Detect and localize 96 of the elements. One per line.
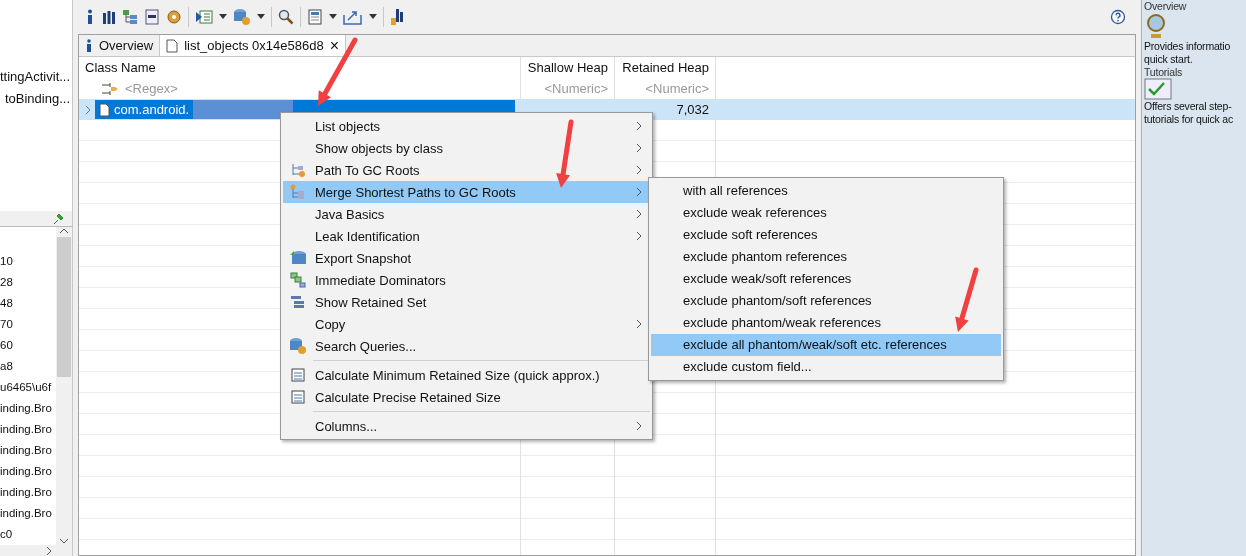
menu-item[interactable]: Columns... — [283, 415, 650, 437]
list-item-text[interactable]: inding.Bro — [0, 419, 52, 441]
menu-item[interactable]: exclude phantom/weak references — [651, 312, 1001, 334]
column-header[interactable]: Shallow Heap — [520, 57, 614, 79]
list-item-text[interactable]: 28 — [0, 272, 13, 294]
list-icon — [290, 295, 306, 309]
menu-item[interactable]: Search Queries... — [283, 335, 650, 357]
caret-icon[interactable] — [257, 14, 265, 20]
caret-icon[interactable] — [329, 14, 337, 20]
menu-item[interactable]: with all references — [651, 180, 1001, 202]
tree-path-icon — [290, 184, 306, 200]
menu-item[interactable]: Export Snapshot — [283, 247, 650, 269]
menu-item[interactable]: Merge Shortest Paths to GC Roots — [283, 181, 650, 203]
column-header[interactable]: Class Name — [79, 57, 520, 79]
chevron-up-icon[interactable] — [59, 227, 69, 236]
database-gear-icon[interactable] — [233, 8, 251, 26]
menu-item[interactable]: exclude phantom/soft references — [651, 290, 1001, 312]
menu-item[interactable]: Leak Identification — [283, 225, 650, 247]
chevron-right-icon — [636, 421, 642, 431]
list-item-text[interactable]: u6465\u6f — [0, 377, 52, 399]
chevron-right-icon — [636, 209, 642, 219]
list-item-text[interactable]: 60 — [0, 335, 13, 357]
list-item-text[interactable]: a8 — [0, 356, 13, 378]
globe-icon[interactable] — [1144, 12, 1168, 40]
chevron-down-icon[interactable] — [59, 537, 69, 546]
table-cell-text: 7,032 — [675, 101, 710, 119]
annotation-arrow — [955, 267, 979, 332]
document-icon — [166, 38, 179, 53]
gear-icon[interactable] — [166, 9, 182, 25]
pin-chart-icon[interactable] — [390, 8, 404, 26]
report-icon[interactable] — [195, 9, 213, 25]
editor-tab[interactable]: list_objects 0x14e586d8 × — [160, 35, 347, 56]
caret-icon[interactable] — [369, 14, 377, 20]
export-icon[interactable] — [343, 9, 363, 25]
menu-item[interactable]: Immediate Dominators — [283, 269, 650, 291]
menu-item[interactable]: exclude all phantom/weak/soft etc. references — [651, 334, 1001, 356]
query-icon[interactable] — [144, 9, 160, 25]
menu-item[interactable]: Show objects by class — [283, 137, 650, 159]
list-item-text[interactable]: inding.Bro — [0, 461, 52, 483]
list-item-text[interactable]: toBinding... — [0, 89, 72, 109]
menu-item[interactable]: Java Basics — [283, 203, 650, 225]
section-title[interactable]: Overview — [1144, 0, 1246, 12]
chevron-right-icon — [636, 231, 642, 241]
chevron-right-icon[interactable] — [46, 545, 52, 556]
caret-icon[interactable] — [219, 14, 227, 20]
list-item-text[interactable]: ttingActivit... — [0, 67, 72, 87]
section-title[interactable]: Tutorials — [1144, 66, 1246, 78]
chevron-right-icon — [636, 121, 642, 131]
chevron-right-icon — [636, 187, 642, 197]
calculator-icon — [291, 390, 305, 404]
menu-item[interactable]: exclude custom field... — [651, 356, 1001, 378]
list-item-text[interactable]: 48 — [0, 293, 13, 315]
document-icon — [99, 102, 110, 117]
menu-item[interactable]: exclude phantom references — [651, 246, 1001, 268]
menu-item[interactable]: exclude soft references — [651, 224, 1001, 246]
close-button[interactable]: × — [329, 37, 340, 54]
database-gear-icon — [289, 337, 307, 355]
list-item-text[interactable]: inding.Bro — [0, 398, 52, 420]
tree-path-icon — [290, 162, 306, 178]
pin-icon[interactable] — [52, 212, 64, 225]
chevron-right-icon — [636, 165, 642, 175]
help-icon[interactable] — [1110, 9, 1126, 25]
menu-item[interactable]: Calculate Precise Retained Size — [283, 386, 650, 408]
dominator-tree-icon — [290, 272, 306, 288]
info-icon — [85, 38, 93, 53]
annotation-arrow — [556, 119, 574, 188]
menu-item[interactable]: Calculate Minimum Retained Size (quick approx.) — [283, 364, 650, 386]
list-item-text[interactable]: c0 — [0, 524, 13, 546]
description-text: tutorials for quick ac — [1144, 113, 1234, 126]
bar-chart-icon[interactable] — [102, 9, 116, 25]
vertical-scrollbar[interactable] — [56, 227, 72, 546]
menu-item[interactable]: Copy — [283, 313, 650, 335]
calculator-icon — [291, 368, 305, 382]
list-item-text[interactable]: inding.Bro — [0, 440, 52, 462]
search-icon[interactable] — [278, 9, 294, 25]
description-text: Offers several step- — [1144, 100, 1233, 113]
tree-icon[interactable] — [122, 9, 138, 25]
menu-item[interactable]: Show Retained Set — [283, 291, 650, 313]
menu-item[interactable]: exclude weak/soft references — [651, 268, 1001, 290]
column-header[interactable]: Retained Heap — [614, 57, 715, 79]
list-item-text[interactable]: 10 — [0, 251, 13, 273]
description-text: quick start. — [1144, 53, 1194, 66]
list-item-text[interactable]: inding.Bro — [0, 482, 52, 504]
chevron-right-icon[interactable] — [85, 104, 91, 115]
list-item-text[interactable]: inding.Bro — [0, 503, 52, 525]
filter-icon — [101, 82, 119, 96]
chevron-right-icon — [636, 143, 642, 153]
list-item-text[interactable]: 70 — [0, 314, 13, 336]
calculator-icon[interactable] — [307, 9, 323, 25]
description-text: Provides informatio — [1144, 40, 1232, 53]
menu-item[interactable]: Path To GC Roots — [283, 159, 650, 181]
database-export-icon — [289, 249, 307, 267]
menu-item[interactable]: exclude weak references — [651, 202, 1001, 224]
chevron-right-icon — [636, 319, 642, 329]
table-cell: com.android. — [114, 102, 190, 117]
chart-check-icon[interactable] — [1144, 78, 1172, 100]
